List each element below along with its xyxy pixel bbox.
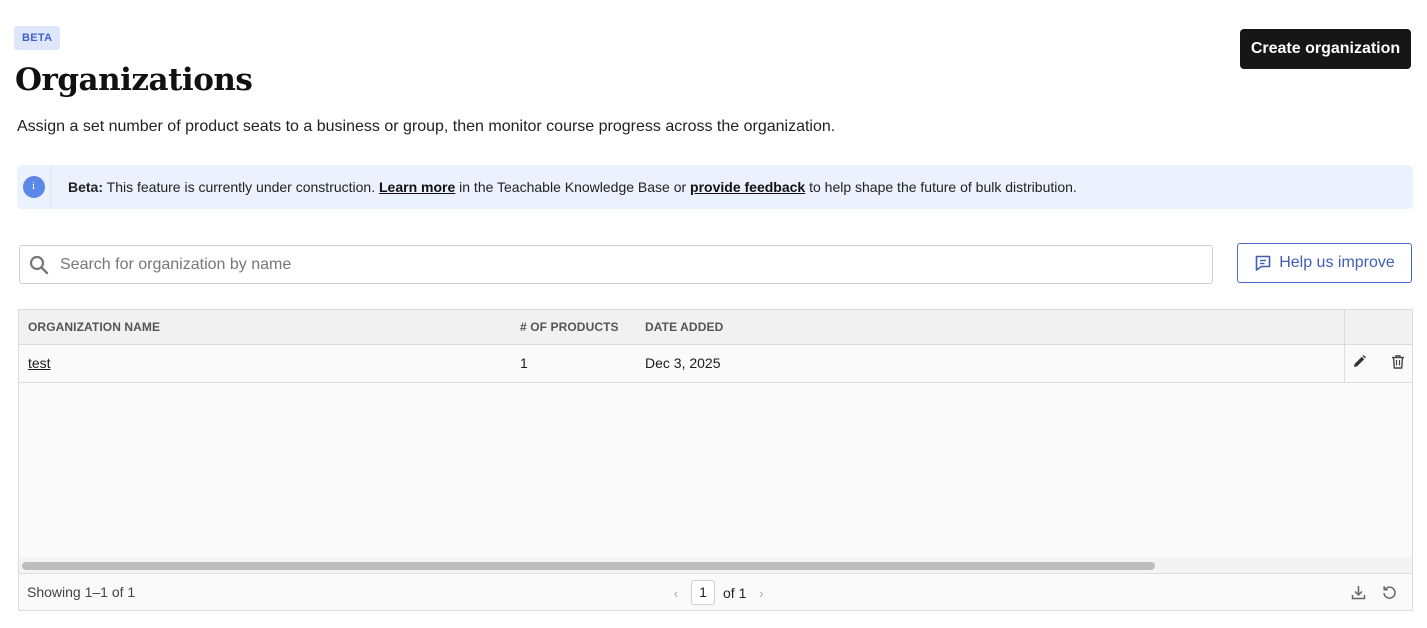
organizations-table: ORGANIZATION NAME # OF PRODUCTS DATE ADD…	[18, 309, 1413, 611]
beta-info-banner: i Beta: This feature is currently under …	[17, 165, 1413, 209]
organization-name-cell: test	[28, 345, 51, 382]
learn-more-link[interactable]: Learn more	[379, 179, 455, 195]
info-icon: i	[22, 176, 45, 198]
beta-badge: BETA	[14, 26, 61, 50]
organization-name-link[interactable]: test	[28, 355, 51, 371]
page-number-input[interactable]: 1	[691, 580, 715, 605]
column-header-organization-name[interactable]: ORGANIZATION NAME	[28, 310, 160, 345]
date-added-cell: Dec 3, 2025	[645, 355, 721, 371]
actions-column-divider	[1344, 310, 1345, 383]
products-count-cell: 1	[520, 355, 528, 371]
feedback-icon	[1255, 255, 1271, 271]
provide-feedback-link[interactable]: provide feedback	[690, 179, 805, 195]
banner-text-3: to help shape the future of bulk distrib…	[805, 179, 1077, 195]
help-us-improve-label: Help us improve	[1279, 254, 1395, 271]
pagination: ‹ 1 of 1 ›	[669, 580, 768, 605]
table-footer: Showing 1–1 of 1 ‹ 1 of 1 ›	[19, 573, 1412, 610]
edit-icon[interactable]	[1350, 353, 1368, 371]
search-icon	[29, 255, 49, 274]
search-box[interactable]	[19, 245, 1213, 284]
column-header-date-added[interactable]: DATE ADDED	[645, 310, 723, 345]
chevron-left-icon[interactable]: ‹	[669, 585, 683, 601]
banner-text-2: in the Teachable Knowledge Base or	[455, 179, 691, 195]
trash-icon[interactable]	[1389, 353, 1407, 371]
column-header-products[interactable]: # OF PRODUCTS	[520, 310, 619, 345]
table-row: test 1 Dec 3, 2025	[19, 345, 1412, 383]
banner-message: Beta: This feature is currently under co…	[68, 179, 1077, 195]
scrollbar-thumb[interactable]	[22, 562, 1155, 570]
table-header: ORGANIZATION NAME # OF PRODUCTS DATE ADD…	[19, 310, 1412, 345]
download-icon[interactable]	[1350, 584, 1367, 601]
banner-text-1: This feature is currently under construc…	[103, 179, 379, 195]
page-title: Organizations	[15, 62, 253, 98]
help-us-improve-button[interactable]: Help us improve	[1237, 243, 1412, 283]
create-organization-button[interactable]: Create organization	[1240, 29, 1411, 69]
info-icon-container: i	[17, 165, 51, 209]
banner-lead: Beta:	[68, 179, 104, 195]
chevron-right-icon[interactable]: ›	[754, 585, 768, 601]
page-subtitle: Assign a set number of product seats to …	[17, 118, 836, 135]
showing-count: Showing 1–1 of 1	[27, 584, 136, 600]
horizontal-scrollbar[interactable]	[19, 558, 1412, 574]
page-total: of 1	[723, 584, 747, 601]
refresh-icon[interactable]	[1381, 584, 1398, 601]
search-input[interactable]	[60, 255, 1212, 274]
